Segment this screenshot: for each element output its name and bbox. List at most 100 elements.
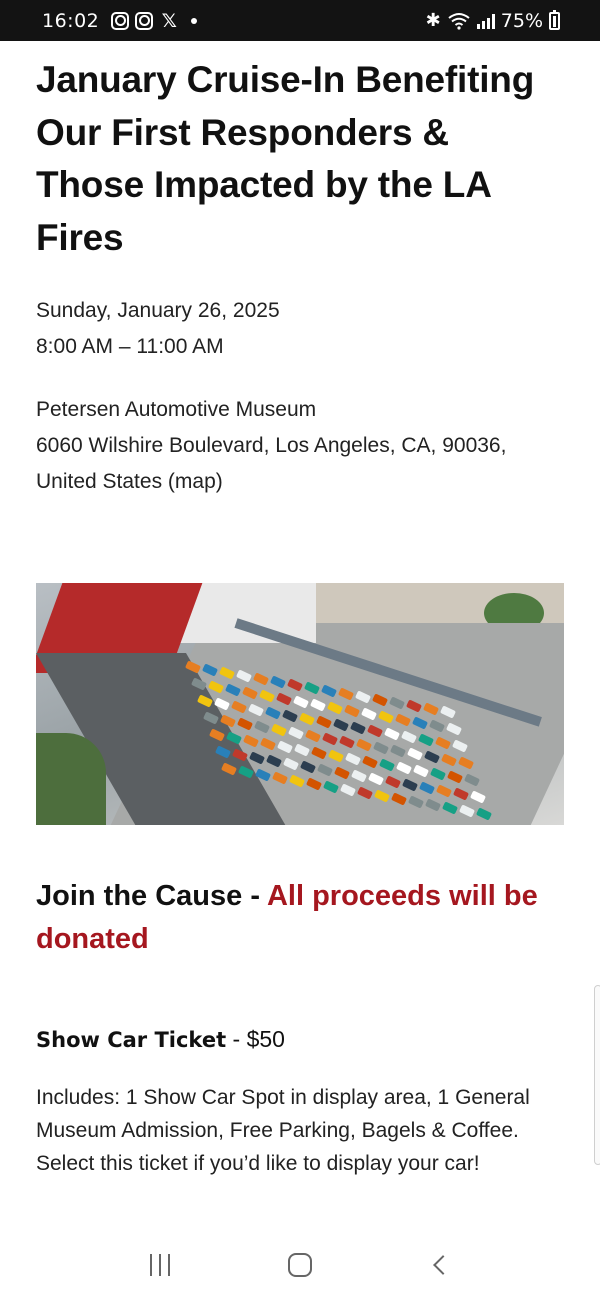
photo-car — [304, 729, 322, 743]
photo-car — [259, 737, 277, 751]
photo-car — [253, 720, 271, 734]
photo-car — [327, 749, 345, 763]
photo-car — [422, 702, 440, 716]
scroll-indicator[interactable] — [594, 985, 600, 1165]
photo-car — [344, 752, 362, 766]
photo-car — [394, 713, 412, 727]
photo-car — [265, 754, 283, 768]
photo-car — [451, 739, 469, 753]
event-content: January Cruise-In Benefiting Our First R… — [36, 41, 564, 1180]
photo-car — [463, 773, 481, 787]
status-left: 16:02 𝕏 — [42, 9, 198, 32]
clock: 16:02 — [42, 9, 100, 32]
photo-car — [349, 721, 367, 735]
photo-car — [230, 700, 248, 714]
photo-car — [321, 732, 339, 746]
ticket-title-line: Show Car Ticket - $50 — [36, 1024, 564, 1055]
photo-car — [213, 697, 231, 711]
photo-car — [202, 711, 220, 725]
photo-car — [389, 744, 407, 758]
photo-car — [207, 680, 225, 694]
photo-car — [395, 761, 413, 775]
photo-car — [247, 703, 265, 717]
photo-car — [338, 735, 356, 749]
photo-car — [372, 741, 390, 755]
photo-car — [417, 733, 435, 747]
photo-car — [309, 698, 327, 712]
photo-car — [225, 731, 243, 745]
photo-car — [337, 687, 355, 701]
photo-car — [315, 715, 333, 729]
photo-car — [350, 769, 368, 783]
photo-car — [412, 764, 430, 778]
photo-car — [384, 775, 402, 789]
battery-percent: 75% — [500, 9, 543, 32]
instagram-icon — [135, 11, 154, 30]
photo-car — [305, 777, 323, 791]
photo-car — [269, 675, 287, 689]
photo-car — [248, 751, 266, 765]
photo-car — [405, 699, 423, 713]
photo-car — [428, 719, 446, 733]
map-link[interactable]: (map) — [168, 470, 223, 493]
address-country: United States — [36, 470, 163, 493]
photo-car — [214, 745, 232, 759]
photo-car — [201, 663, 219, 677]
photo-car — [208, 728, 226, 742]
status-bar: 16:02 𝕏 ✱ 75% — [0, 0, 600, 41]
photo-car — [366, 724, 384, 738]
photo-car — [320, 684, 338, 698]
photo-car — [276, 740, 294, 754]
photo-car — [326, 701, 344, 715]
photo-car — [411, 716, 429, 730]
instagram-icon — [111, 11, 130, 30]
photo-car — [401, 778, 419, 792]
photo-car — [423, 750, 441, 764]
photo-car — [190, 677, 208, 691]
navigation-bar — [0, 1230, 600, 1300]
signal-icon — [476, 13, 495, 29]
photo-car — [439, 705, 457, 719]
photo-car — [445, 722, 463, 736]
photo-car — [383, 727, 401, 741]
photo-car — [275, 692, 293, 706]
status-right: ✱ 75% — [425, 9, 560, 32]
recents-icon — [150, 1254, 170, 1276]
photo-car — [400, 730, 418, 744]
photo-car — [220, 762, 238, 776]
photo-car — [231, 748, 249, 762]
back-icon — [433, 1255, 453, 1275]
event-photo — [36, 583, 564, 825]
photo-car — [242, 734, 260, 748]
photo-car — [281, 709, 299, 723]
photo-car — [303, 681, 321, 695]
photo-car — [287, 726, 305, 740]
photo-car — [457, 756, 475, 770]
event-time: 8:00 AM – 11:00 AM — [36, 335, 224, 358]
photo-car — [371, 693, 389, 707]
event-date: Sunday, January 26, 2025 — [36, 299, 280, 322]
photo-car — [282, 757, 300, 771]
ticket-description: Includes: 1 Show Car Spot in display are… — [36, 1086, 530, 1175]
home-icon — [288, 1253, 312, 1277]
photo-car — [286, 678, 304, 692]
photo-car — [429, 767, 447, 781]
event-address: Petersen Automotive Museum 6060 Wilshire… — [36, 392, 564, 500]
photo-car — [360, 707, 378, 721]
photo-car — [241, 686, 259, 700]
home-button[interactable] — [280, 1245, 320, 1285]
photo-car — [355, 738, 373, 752]
bluetooth-icon: ✱ — [425, 10, 441, 31]
photo-car — [446, 770, 464, 784]
address-country-line: United States (map) — [36, 464, 564, 500]
street-address: 6060 Wilshire Boulevard, Los Angeles, CA… — [36, 434, 507, 457]
wifi-icon — [447, 12, 471, 30]
photo-car — [237, 765, 255, 779]
photo-car — [271, 771, 289, 785]
photo-trees — [36, 733, 106, 825]
photo-car — [332, 718, 350, 732]
event-datetime: Sunday, January 26, 2025 8:00 AM – 11:00… — [36, 293, 564, 365]
back-button[interactable] — [420, 1245, 460, 1285]
recents-button[interactable] — [140, 1245, 180, 1285]
photo-car — [361, 755, 379, 769]
